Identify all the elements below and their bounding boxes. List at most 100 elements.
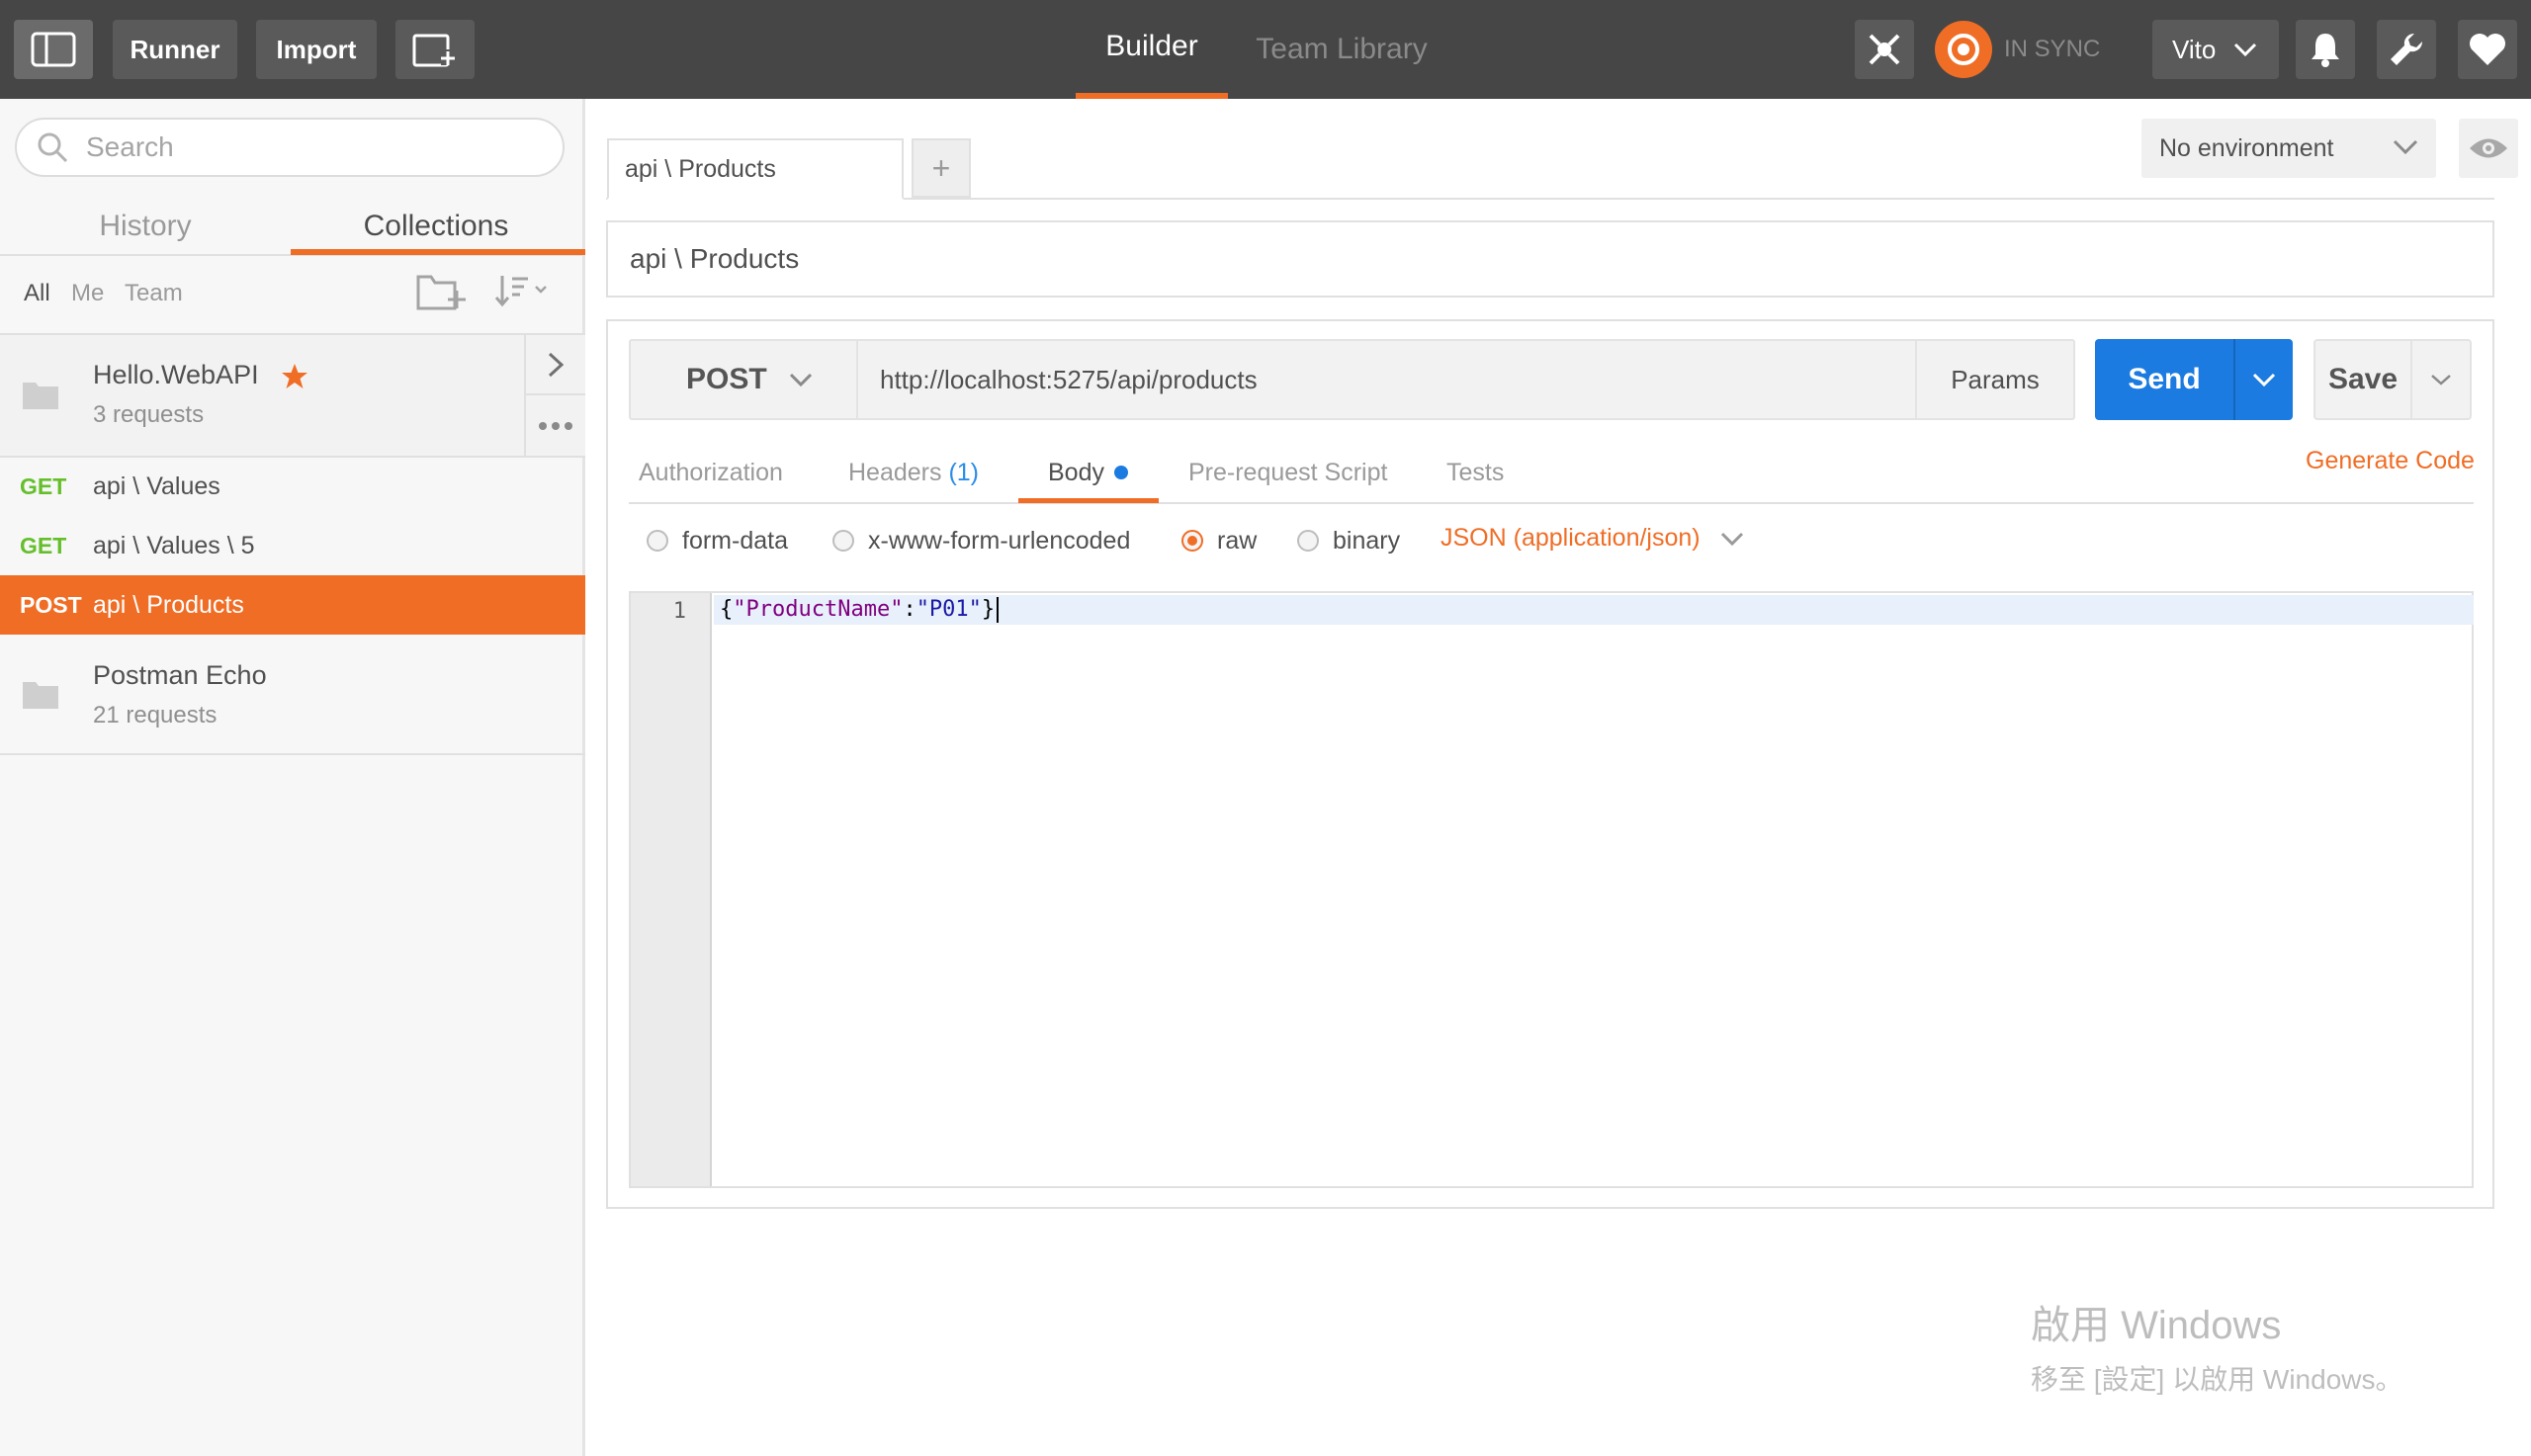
chevron-right-icon: [548, 352, 565, 377]
collection-hello-webapi[interactable]: Hello.WebAPI 3 requests: [0, 335, 585, 456]
tab-pre-request-script[interactable]: Pre-request Script: [1188, 443, 1387, 502]
subtab-active-indicator: [1018, 498, 1159, 503]
subtab-divider: [629, 502, 2474, 504]
heart-icon: [2470, 34, 2505, 65]
windows-activation-watermark: 啟用 Windows 移至 [設定] 以啟用 Windows。: [2031, 1293, 2402, 1398]
radio-button[interactable]: [647, 530, 668, 552]
filter-me[interactable]: Me: [71, 280, 104, 307]
user-menu-button[interactable]: Vito: [2152, 20, 2279, 79]
radio-label: form-data: [682, 526, 788, 555]
new-collection-icon[interactable]: [415, 271, 467, 312]
body-mode-binary[interactable]: binary: [1297, 521, 1400, 560]
body-modified-dot: [1113, 466, 1128, 479]
chevron-down-icon: [1720, 532, 1743, 546]
settings-button[interactable]: [2377, 20, 2436, 79]
code-line[interactable]: {"ProductName":"P01"}: [720, 597, 1000, 623]
tab-body[interactable]: Body: [1048, 443, 1128, 502]
collection-name: Postman Echo: [93, 660, 267, 690]
folder-icon: [23, 682, 58, 709]
collection-count: 21 requests: [93, 702, 218, 728]
folder-icon: [23, 383, 58, 409]
search-box[interactable]: [15, 118, 565, 177]
environment-select[interactable]: No environment: [2141, 119, 2436, 178]
watermark-subtitle: 移至 [設定] 以啟用 Windows。: [2031, 1364, 2403, 1395]
request-name: api \ Values \ 5: [93, 531, 255, 559]
chevron-down-icon: [789, 373, 812, 387]
tab-tests[interactable]: Tests: [1446, 443, 1504, 502]
generate-code-link[interactable]: Generate Code: [2306, 447, 2475, 475]
satellite-icon: [1869, 34, 1900, 65]
request-name-bar[interactable]: api \ Products: [606, 220, 2494, 298]
bell-icon: [2312, 34, 2339, 67]
request-item-post-products[interactable]: POST api \ Products: [0, 575, 585, 635]
params-button[interactable]: Params: [1915, 339, 2075, 420]
add-tab-button[interactable]: +: [912, 138, 971, 198]
save-button[interactable]: Save: [2313, 339, 2412, 420]
sync-ring-icon: [1948, 34, 1979, 65]
star-icon[interactable]: [281, 363, 308, 390]
tab-headers[interactable]: Headers (1): [848, 443, 979, 502]
collection-name: Hello.WebAPI: [93, 360, 259, 389]
sync-icon[interactable]: [1935, 21, 1992, 78]
runner-button[interactable]: Runner: [113, 20, 237, 79]
environment-quick-look-button[interactable]: [2459, 119, 2518, 178]
nav-builder[interactable]: Builder: [1076, 0, 1228, 99]
radio-button[interactable]: [1297, 530, 1319, 552]
sidebar-toggle-button[interactable]: [14, 20, 93, 79]
chevron-down-icon: [2252, 373, 2276, 387]
request-method: POST: [20, 591, 82, 618]
tab-history[interactable]: History: [0, 198, 291, 255]
search-icon: [38, 132, 68, 163]
body-editor[interactable]: 1 {"ProductName":"P01"}: [629, 591, 2474, 1188]
sidebar-toggle-icon: [31, 32, 76, 67]
new-window-icon: [412, 34, 455, 67]
sync-status: IN SYNC: [2004, 36, 2101, 62]
request-item-get-values[interactable]: GET api \ Values: [0, 457, 585, 516]
code-brace: }: [981, 597, 996, 622]
request-tab[interactable]: api \ Products: [607, 138, 904, 200]
tab-active-indicator: [291, 249, 585, 255]
watermark-title: 啟用 Windows: [2031, 1304, 2282, 1347]
top-bar: Runner Import Builder Team Library IN SY…: [0, 0, 2531, 99]
sort-icon[interactable]: [494, 273, 554, 308]
radio-button[interactable]: [832, 530, 854, 552]
content-type-label: JSON (application/json): [1440, 524, 1701, 552]
interceptor-button[interactable]: [1855, 20, 1914, 79]
nav-team-library[interactable]: Team Library: [1236, 0, 1447, 99]
chevron-down-icon: [2431, 375, 2451, 385]
request-method: GET: [20, 532, 67, 558]
notifications-button[interactable]: [2296, 20, 2355, 79]
search-input[interactable]: [86, 131, 541, 163]
tab-body-label: Body: [1048, 458, 1104, 486]
tab-collections[interactable]: Collections: [291, 198, 581, 255]
eye-icon: [2470, 138, 2507, 158]
line-number-gutter: 1: [631, 593, 712, 1186]
import-button[interactable]: Import: [256, 20, 377, 79]
save-options-button[interactable]: [2412, 339, 2472, 420]
request-item-get-values-5[interactable]: GET api \ Values \ 5: [0, 516, 585, 575]
filter-all[interactable]: All: [24, 280, 50, 307]
method-label: POST: [686, 363, 767, 395]
collection-more-button[interactable]: [524, 395, 585, 456]
body-mode-raw[interactable]: raw: [1181, 521, 1257, 560]
send-options-button[interactable]: [2233, 339, 2293, 420]
collection-postman-echo[interactable]: Postman Echo 21 requests: [0, 635, 585, 753]
divider: [0, 753, 585, 755]
collection-expand-button[interactable]: [524, 335, 585, 395]
new-tab-button[interactable]: [395, 20, 475, 79]
url-input[interactable]: http://localhost:5275/api/products: [858, 339, 1916, 420]
method-select[interactable]: POST: [629, 339, 858, 420]
radio-button[interactable]: [1181, 530, 1203, 552]
code-brace: {: [720, 597, 734, 622]
body-mode-urlencoded[interactable]: x-www-form-urlencoded: [832, 521, 1130, 560]
environment-label: No environment: [2159, 133, 2334, 162]
filter-team[interactable]: Team: [125, 280, 183, 307]
body-mode-form-data[interactable]: form-data: [647, 521, 788, 560]
send-button[interactable]: Send: [2095, 339, 2233, 420]
code-value: "P01": [916, 597, 982, 622]
support-button[interactable]: [2458, 20, 2517, 79]
radio-label: raw: [1217, 526, 1258, 555]
code-key: "ProductName": [733, 597, 904, 622]
content-type-select[interactable]: JSON (application/json): [1440, 524, 1744, 553]
tab-authorization[interactable]: Authorization: [639, 443, 783, 502]
